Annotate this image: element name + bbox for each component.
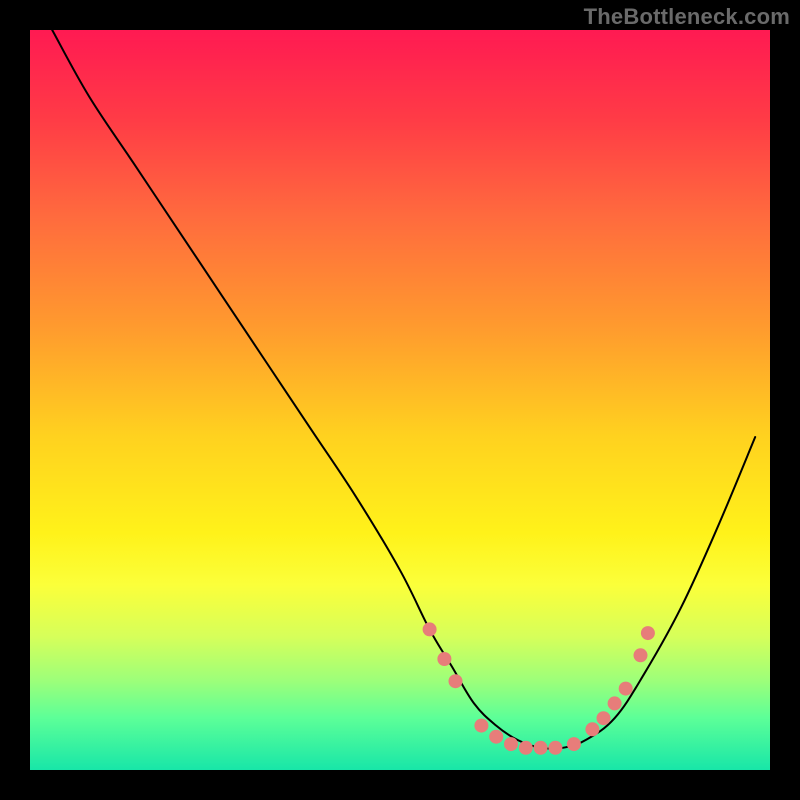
- bottleneck-dots: [423, 622, 655, 754]
- data-point: [449, 674, 463, 688]
- data-point: [608, 696, 622, 710]
- data-point: [634, 648, 648, 662]
- plot-area: [30, 30, 770, 770]
- data-point: [489, 730, 503, 744]
- data-point: [567, 737, 581, 751]
- data-point: [474, 719, 488, 733]
- data-point: [597, 711, 611, 725]
- data-point: [619, 682, 633, 696]
- data-point: [585, 722, 599, 736]
- curve-path: [52, 30, 755, 749]
- data-point: [504, 737, 518, 751]
- curve-layer: [30, 30, 770, 770]
- data-point: [641, 626, 655, 640]
- data-point: [548, 741, 562, 755]
- watermark-text: TheBottleneck.com: [584, 4, 790, 30]
- data-point: [519, 741, 533, 755]
- data-point: [437, 652, 451, 666]
- bottleneck-curve: [52, 30, 755, 749]
- data-point: [423, 622, 437, 636]
- chart-frame: TheBottleneck.com: [0, 0, 800, 800]
- data-point: [534, 741, 548, 755]
